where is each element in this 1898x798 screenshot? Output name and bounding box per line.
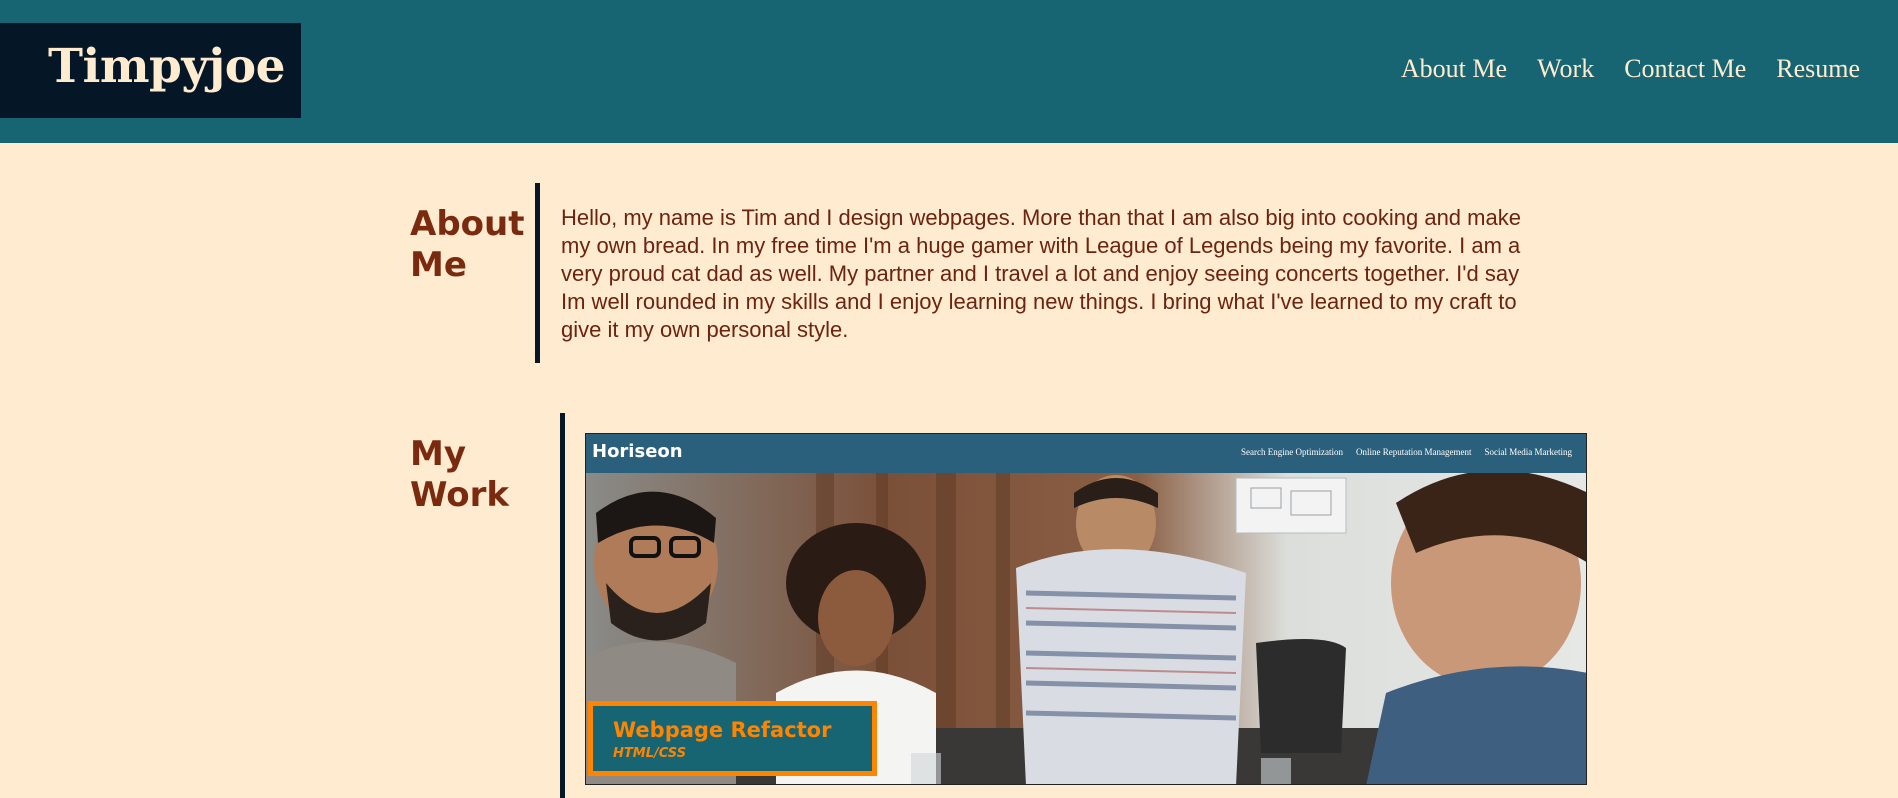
work-heading: My Work [410,434,509,516]
about-heading: About Me [410,204,524,286]
project-title: Webpage Refactor [613,718,832,742]
about-heading-line1: About [410,204,525,244]
work-heading-line2: Work [410,475,510,515]
project-photo: Webpage Refactor HTML/CSS [586,473,1586,784]
project-tech: HTML/CSS [613,746,687,761]
logo-box: Timpyjoe [0,23,301,118]
nav-about-me[interactable]: About Me [1401,52,1507,86]
work-project-card[interactable]: Horiseon Search Engine Optimization Onli… [585,433,1587,785]
work-heading-line1: My [410,434,466,474]
about-divider [535,183,540,363]
site-logo[interactable]: Timpyjoe [48,43,286,90]
nav-work[interactable]: Work [1537,52,1594,86]
project-nav: Search Engine Optimization Online Reputa… [1241,447,1572,457]
nav-resume[interactable]: Resume [1776,52,1860,86]
project-caption[interactable]: Webpage Refactor HTML/CSS [588,701,877,776]
site-header: Timpyjoe About Me Work Contact Me Resume [0,0,1898,143]
main-nav: About Me Work Contact Me Resume [1401,52,1860,86]
about-heading-line2: Me [410,245,467,285]
project-nav-item: Online Reputation Management [1356,447,1472,457]
nav-contact-me[interactable]: Contact Me [1624,52,1746,86]
about-text: Hello, my name is Tim and I design webpa… [561,205,1521,342]
project-brand: Horiseon [592,441,683,462]
work-divider [560,413,565,798]
project-nav-item: Social Media Marketing [1484,447,1572,457]
project-screenshot-header: Horiseon Search Engine Optimization Onli… [586,434,1586,473]
project-nav-item: Search Engine Optimization [1241,447,1344,457]
